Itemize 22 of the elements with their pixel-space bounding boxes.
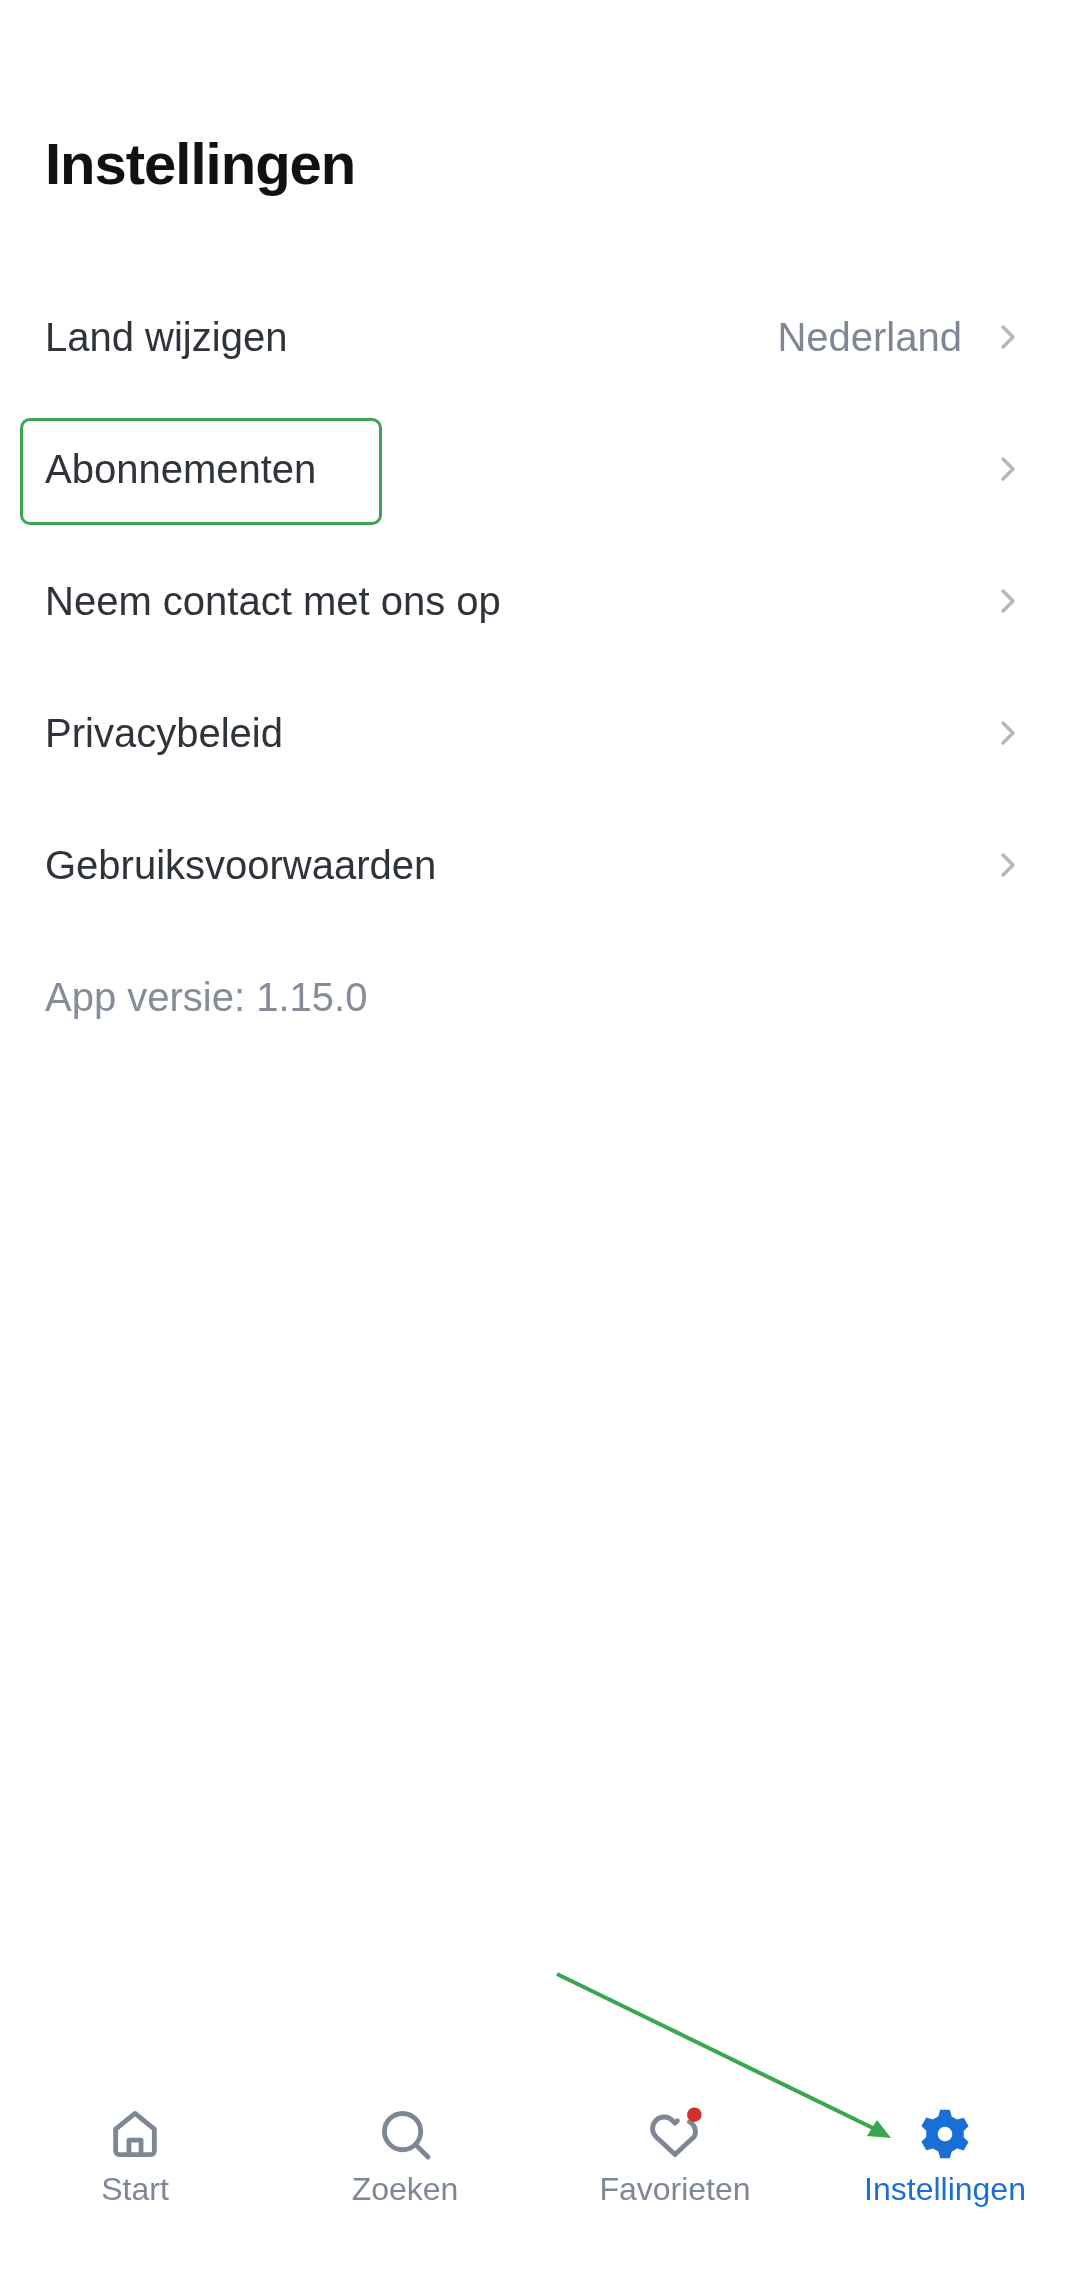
nav-tab[interactable]: Favorieten (540, 2081, 810, 2271)
item-label: Gebruiksvoorwaarden (45, 842, 437, 888)
item-label: Land wijzigen (45, 314, 288, 360)
page-title: Instellingen (45, 130, 357, 198)
settings-item[interactable]: Gebruiksvoorwaarden (0, 799, 1080, 931)
nav-tab[interactable]: Start (0, 2081, 270, 2271)
item-label: Abonnementen (45, 446, 317, 492)
chevron-icon (998, 586, 1018, 616)
settings-item[interactable]: Land wijzigen Nederland (0, 271, 1080, 403)
settings-item[interactable]: Privacybeleid (0, 667, 1080, 799)
app-version: App versie: 1.15.0 (44, 974, 369, 1021)
item-value: Nederland (777, 314, 962, 360)
settings-item[interactable]: Abonnementen (0, 403, 1080, 535)
item-label: Privacybeleid (45, 710, 283, 756)
item-label: Neem contact met ons op (45, 578, 501, 624)
nav-tab[interactable]: Instellingen (810, 2081, 1080, 2271)
nav-tab[interactable]: Zoeken (270, 2081, 540, 2271)
chevron-icon (998, 718, 1018, 748)
chevron-icon (998, 322, 1018, 352)
chevron-icon (998, 454, 1018, 484)
settings-item[interactable]: Neem contact met ons op (0, 535, 1080, 667)
chevron-icon (998, 850, 1018, 880)
